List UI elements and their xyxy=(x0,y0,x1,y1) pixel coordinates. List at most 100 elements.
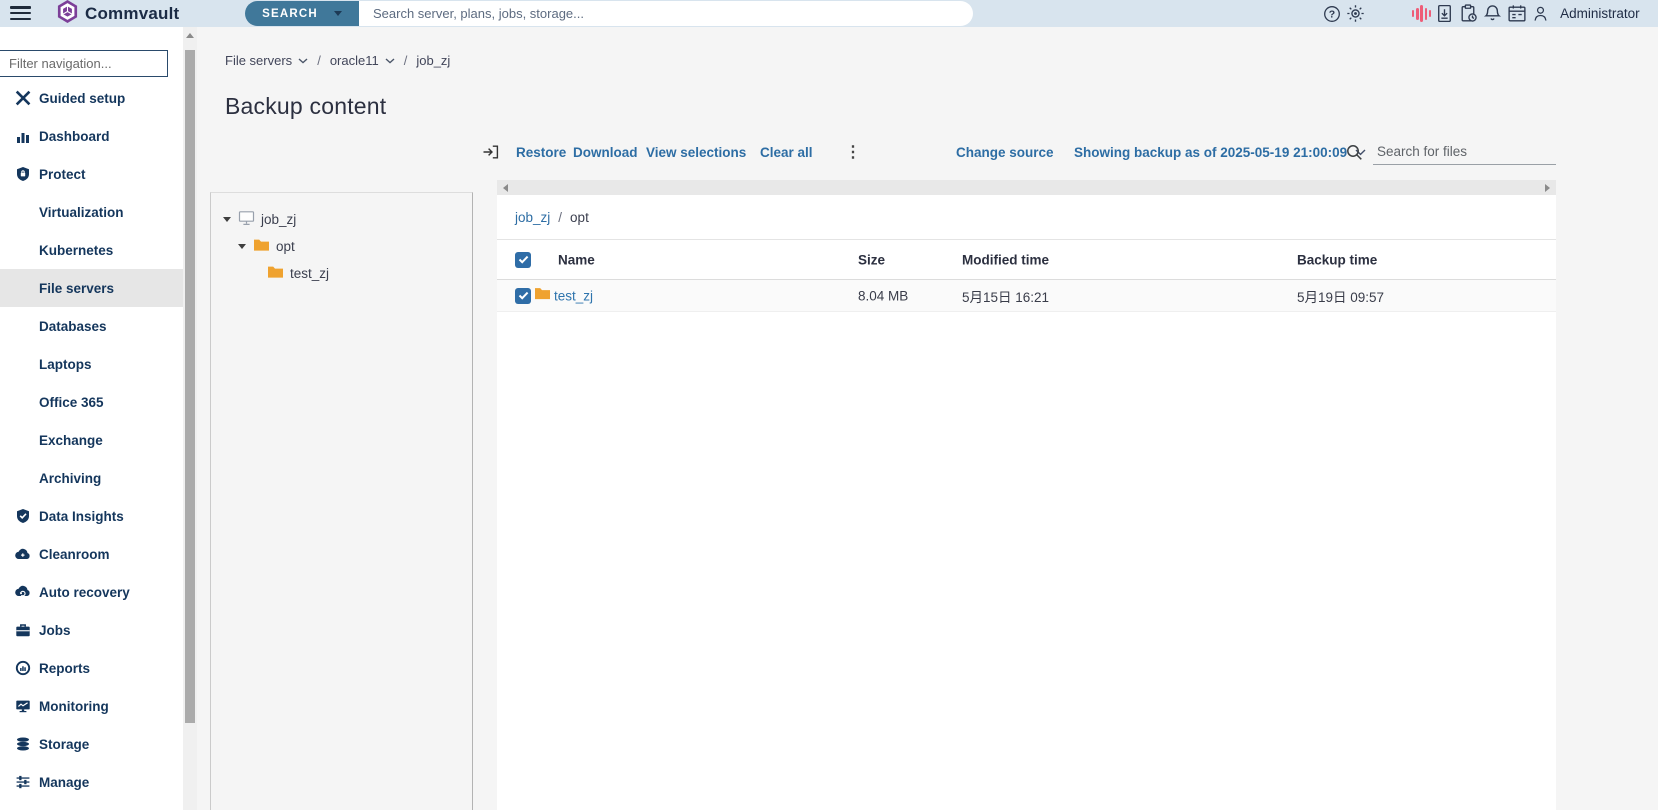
user-icon[interactable] xyxy=(1531,3,1550,24)
row-checkbox[interactable] xyxy=(515,287,531,304)
chevron-down-icon xyxy=(298,57,308,64)
breadcrumb: File servers / oracle11 / job_zj xyxy=(225,53,450,68)
search-scope-caret-icon xyxy=(333,11,342,16)
backup-content-tree-panel: job_zj opt test_zj xyxy=(210,192,473,810)
sidebar-item-databases[interactable]: Databases xyxy=(0,307,183,345)
database-icon xyxy=(14,736,31,753)
commvault-command-center: { "topbar": { "brand": "Commvault", "sea… xyxy=(0,0,1658,810)
navigation-list: Guided setup Dashboard Protect Virtualiz… xyxy=(0,79,183,801)
sidebar-item-file-servers[interactable]: File servers xyxy=(0,269,183,307)
sidebar-scrollbar[interactable] xyxy=(183,27,197,810)
monitor-chart-icon xyxy=(14,698,31,715)
audit-clipboard-icon[interactable] xyxy=(1458,3,1479,24)
tree-expand-arrow-icon[interactable] xyxy=(238,244,246,249)
select-all-checkbox[interactable] xyxy=(515,251,531,268)
bar-chart-icon xyxy=(14,128,31,145)
hamburger-menu-icon[interactable] xyxy=(10,6,31,22)
shield-lock-icon xyxy=(14,166,31,183)
showing-backup-dropdown[interactable]: Showing backup as of 2025-05-19 21:00:09 xyxy=(1074,141,1366,163)
breadcrumb-file-servers[interactable]: File servers xyxy=(225,53,308,68)
sidebar-item-exchange[interactable]: Exchange xyxy=(0,421,183,459)
folder-path-breadcrumb: job_zj / opt xyxy=(497,195,1556,240)
sidebar-item-kubernetes[interactable]: Kubernetes xyxy=(0,231,183,269)
scroll-right-arrow-icon[interactable] xyxy=(1545,183,1550,192)
sidebar-item-data-insights[interactable]: Data Insights xyxy=(0,497,183,535)
filter-navigation-input[interactable] xyxy=(0,50,168,77)
column-header-modified-time[interactable]: Modified time xyxy=(962,252,1049,267)
column-header-backup-time[interactable]: Backup time xyxy=(1297,252,1377,267)
logged-in-username[interactable]: Administrator xyxy=(1560,6,1640,21)
search-for-files-input[interactable] xyxy=(1373,138,1556,165)
sidebar-item-guided-setup[interactable]: Guided setup xyxy=(0,79,183,117)
scrollbar-up-arrow-icon[interactable] xyxy=(186,33,194,38)
global-search: SEARCH xyxy=(245,1,973,26)
top-bar: Commvault SEARCH ? xyxy=(0,0,1658,27)
column-header-name[interactable]: Name xyxy=(558,252,595,267)
column-header-size[interactable]: Size xyxy=(858,252,885,267)
sidebar-item-monitoring[interactable]: Monitoring xyxy=(0,687,183,725)
table-row[interactable]: test_zj 8.04 MB 5月15日 16:21 5月19日 09:57 xyxy=(497,280,1556,312)
scroll-left-arrow-icon[interactable] xyxy=(503,183,508,192)
sidebar-item-archiving[interactable]: Archiving xyxy=(0,459,183,497)
topbar-icon-group: ? Administrator xyxy=(1322,0,1640,27)
alerts-bell-icon[interactable] xyxy=(1482,3,1503,24)
tools-icon xyxy=(14,90,31,107)
global-search-input[interactable] xyxy=(359,1,973,26)
sidebar-item-jobs[interactable]: Jobs xyxy=(0,611,183,649)
theme-brightness-icon[interactable] xyxy=(1345,3,1366,24)
sidebar-item-office-365[interactable]: Office 365 xyxy=(0,383,183,421)
restore-button[interactable]: Restore xyxy=(516,141,566,163)
download-button[interactable]: Download xyxy=(573,141,638,163)
file-search-icon[interactable] xyxy=(1346,141,1363,163)
sliders-icon xyxy=(14,774,31,791)
shield-check-icon xyxy=(14,508,31,525)
breadcrumb-job-zj: job_zj xyxy=(416,53,451,68)
breadcrumb-separator: / xyxy=(317,53,321,68)
commvault-logo[interactable]: Commvault xyxy=(56,0,180,29)
more-actions-kebab-icon[interactable]: ⋮ xyxy=(845,141,861,163)
tree-node-opt[interactable]: opt xyxy=(211,233,472,260)
path-link-job-zj[interactable]: job_zj xyxy=(515,210,550,225)
events-calendar-icon[interactable] xyxy=(1506,3,1528,24)
commvault-hexagon-icon xyxy=(56,0,79,29)
sidebar-item-cleanroom[interactable]: Cleanroom xyxy=(0,535,183,573)
file-modified-time: 5月15日 16:21 xyxy=(962,289,1050,305)
cloud-recovery-icon xyxy=(14,584,31,601)
sidebar-item-auto-recovery[interactable]: Auto recovery xyxy=(0,573,183,611)
left-navigation-sidebar: Guided setup Dashboard Protect Virtualiz… xyxy=(0,27,183,810)
file-name-link[interactable]: test_zj xyxy=(554,288,593,303)
donut-chart-icon xyxy=(14,660,31,677)
sidebar-item-dashboard[interactable]: Dashboard xyxy=(0,117,183,155)
sidebar-item-virtualization[interactable]: Virtualization xyxy=(0,193,183,231)
brand-name: Commvault xyxy=(85,3,180,23)
sidebar-scrollbar-thumb[interactable] xyxy=(185,50,195,723)
tree-expand-arrow-icon[interactable] xyxy=(223,217,231,222)
page-title: Backup content xyxy=(225,93,387,119)
breadcrumb-oracle11[interactable]: oracle11 xyxy=(330,53,395,68)
file-size: 8.04 MB xyxy=(858,288,909,303)
ai-waveform-icon[interactable] xyxy=(1412,5,1432,23)
sidebar-item-protect[interactable]: Protect xyxy=(0,155,183,193)
change-source-button[interactable]: Change source xyxy=(956,141,1054,163)
horizontal-scrollbar[interactable] xyxy=(497,180,1556,195)
tree-node-job-zj[interactable]: job_zj xyxy=(211,206,472,233)
help-icon[interactable]: ? xyxy=(1322,4,1342,24)
sidebar-item-reports[interactable]: Reports xyxy=(0,649,183,687)
sidebar-item-storage[interactable]: Storage xyxy=(0,725,183,763)
tree-node-test-zj[interactable]: test_zj xyxy=(211,260,472,287)
file-browser-panel: job_zj / opt Name Size Modified time Bac… xyxy=(497,180,1556,810)
download-center-icon[interactable] xyxy=(1434,3,1455,24)
view-selections-button[interactable]: View selections xyxy=(646,141,746,163)
sidebar-item-laptops[interactable]: Laptops xyxy=(0,345,183,383)
cloud-icon xyxy=(14,546,31,563)
chevron-down-icon xyxy=(385,57,395,64)
path-separator: / xyxy=(558,209,563,225)
clear-all-button[interactable]: Clear all xyxy=(760,141,813,163)
restore-to-icon[interactable] xyxy=(482,141,500,163)
search-scope-button[interactable]: SEARCH xyxy=(245,1,359,26)
computer-icon xyxy=(238,210,255,229)
folder-icon xyxy=(534,286,551,305)
briefcase-icon xyxy=(14,622,31,639)
svg-text:?: ? xyxy=(1329,8,1335,20)
sidebar-item-manage[interactable]: Manage xyxy=(0,763,183,801)
